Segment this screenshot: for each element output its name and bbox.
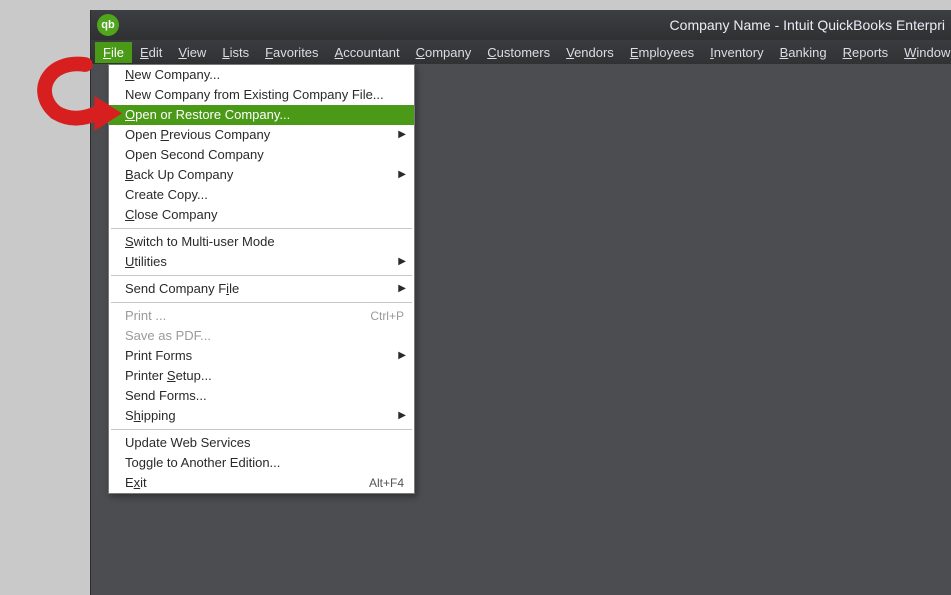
file-menu-item-print: Print ... Ctrl+P (109, 306, 414, 326)
file-menu-item-close-company[interactable]: Close Company (109, 205, 414, 225)
menu-reports[interactable]: Reports (835, 42, 897, 63)
file-menu-item-open-second-company[interactable]: Open Second Company (109, 145, 414, 165)
quickbooks-logo-icon: qb (97, 14, 119, 36)
menu-accountant[interactable]: Accountant (327, 42, 408, 63)
menu-employees[interactable]: Employees (622, 42, 702, 63)
file-menu-item-print-forms[interactable]: Print Forms ▶ (109, 346, 414, 366)
menu-item-label: Create Copy... (125, 187, 208, 202)
menu-item-label: New Company... (125, 67, 220, 82)
file-menu-dropdown: New Company... New Company from Existing … (108, 64, 415, 494)
menu-item-label: Close Company (125, 207, 218, 222)
file-menu-item-save-as-pdf: Save as PDF... (109, 326, 414, 346)
menu-item-label: Send Company File (125, 281, 239, 296)
menu-file[interactable]: File (95, 42, 132, 63)
menu-separator (111, 429, 412, 430)
menu-vendors[interactable]: Vendors (558, 42, 622, 63)
menu-company[interactable]: Company (408, 42, 480, 63)
menu-item-shortcut: Alt+F4 (369, 473, 404, 493)
menu-view[interactable]: View (170, 42, 214, 63)
menu-item-label: Update Web Services (125, 435, 251, 450)
file-menu-item-create-copy[interactable]: Create Copy... (109, 185, 414, 205)
window-title: Company Name - Intuit QuickBooks Enterpr… (670, 10, 945, 40)
menu-item-label: Printer Setup... (125, 368, 212, 383)
submenu-arrow-icon: ▶ (398, 279, 406, 299)
menu-item-label: Open Previous Company (125, 127, 270, 142)
titlebar: qb Company Name - Intuit QuickBooks Ente… (91, 10, 951, 40)
submenu-arrow-icon: ▶ (398, 125, 406, 145)
menu-item-label: New Company from Existing Company File..… (125, 87, 384, 102)
menu-item-label: Exit (125, 475, 147, 490)
menu-item-label: Print Forms (125, 348, 192, 363)
menu-edit[interactable]: Edit (132, 42, 170, 63)
menu-favorites[interactable]: Favorites (257, 42, 326, 63)
menu-item-label: Switch to Multi-user Mode (125, 234, 275, 249)
file-menu-item-switch-to-multi-user-mode[interactable]: Switch to Multi-user Mode (109, 232, 414, 252)
menu-item-label: Back Up Company (125, 167, 233, 182)
file-menu-item-shipping[interactable]: Shipping ▶ (109, 406, 414, 426)
stage: qb Company Name - Intuit QuickBooks Ente… (0, 0, 951, 595)
file-menu-item-exit[interactable]: Exit Alt+F4 (109, 473, 414, 493)
file-menu-item-back-up-company[interactable]: Back Up Company ▶ (109, 165, 414, 185)
file-menu-item-new-company-from-existing-company-file[interactable]: New Company from Existing Company File..… (109, 85, 414, 105)
menu-separator (111, 228, 412, 229)
menu-item-label: Toggle to Another Edition... (125, 455, 280, 470)
menu-item-label: Utilities (125, 254, 167, 269)
menu-item-label: Save as PDF... (125, 328, 211, 343)
file-menu-item-printer-setup[interactable]: Printer Setup... (109, 366, 414, 386)
file-menu-item-toggle-to-another-edition[interactable]: Toggle to Another Edition... (109, 453, 414, 473)
submenu-arrow-icon: ▶ (398, 406, 406, 426)
file-menu-item-new-company[interactable]: New Company... (109, 65, 414, 85)
file-menu-item-utilities[interactable]: Utilities ▶ (109, 252, 414, 272)
file-menu-item-open-or-restore-company[interactable]: Open or Restore Company... (109, 105, 414, 125)
menu-item-label: Shipping (125, 408, 176, 423)
menu-window[interactable]: Window (896, 42, 951, 63)
menu-lists[interactable]: Lists (214, 42, 257, 63)
menu-item-label: Open Second Company (125, 147, 264, 162)
file-menu-item-update-web-services[interactable]: Update Web Services (109, 433, 414, 453)
submenu-arrow-icon: ▶ (398, 346, 406, 366)
menu-inventory[interactable]: Inventory (702, 42, 772, 63)
submenu-arrow-icon: ▶ (398, 252, 406, 272)
menu-item-shortcut: Ctrl+P (370, 306, 404, 326)
menu-separator (111, 275, 412, 276)
submenu-arrow-icon: ▶ (398, 165, 406, 185)
menu-item-label: Print ... (125, 308, 166, 323)
menu-banking[interactable]: Banking (772, 42, 835, 63)
file-menu-item-send-company-file[interactable]: Send Company File ▶ (109, 279, 414, 299)
menubar: FileEditViewListsFavoritesAccountantComp… (91, 40, 951, 64)
quickbooks-logo-text: qb (101, 19, 114, 31)
menu-item-label: Open or Restore Company... (125, 107, 290, 122)
menu-customers[interactable]: Customers (479, 42, 558, 63)
file-menu-item-open-previous-company[interactable]: Open Previous Company ▶ (109, 125, 414, 145)
menu-item-label: Send Forms... (125, 388, 207, 403)
file-menu-item-send-forms[interactable]: Send Forms... (109, 386, 414, 406)
menu-separator (111, 302, 412, 303)
